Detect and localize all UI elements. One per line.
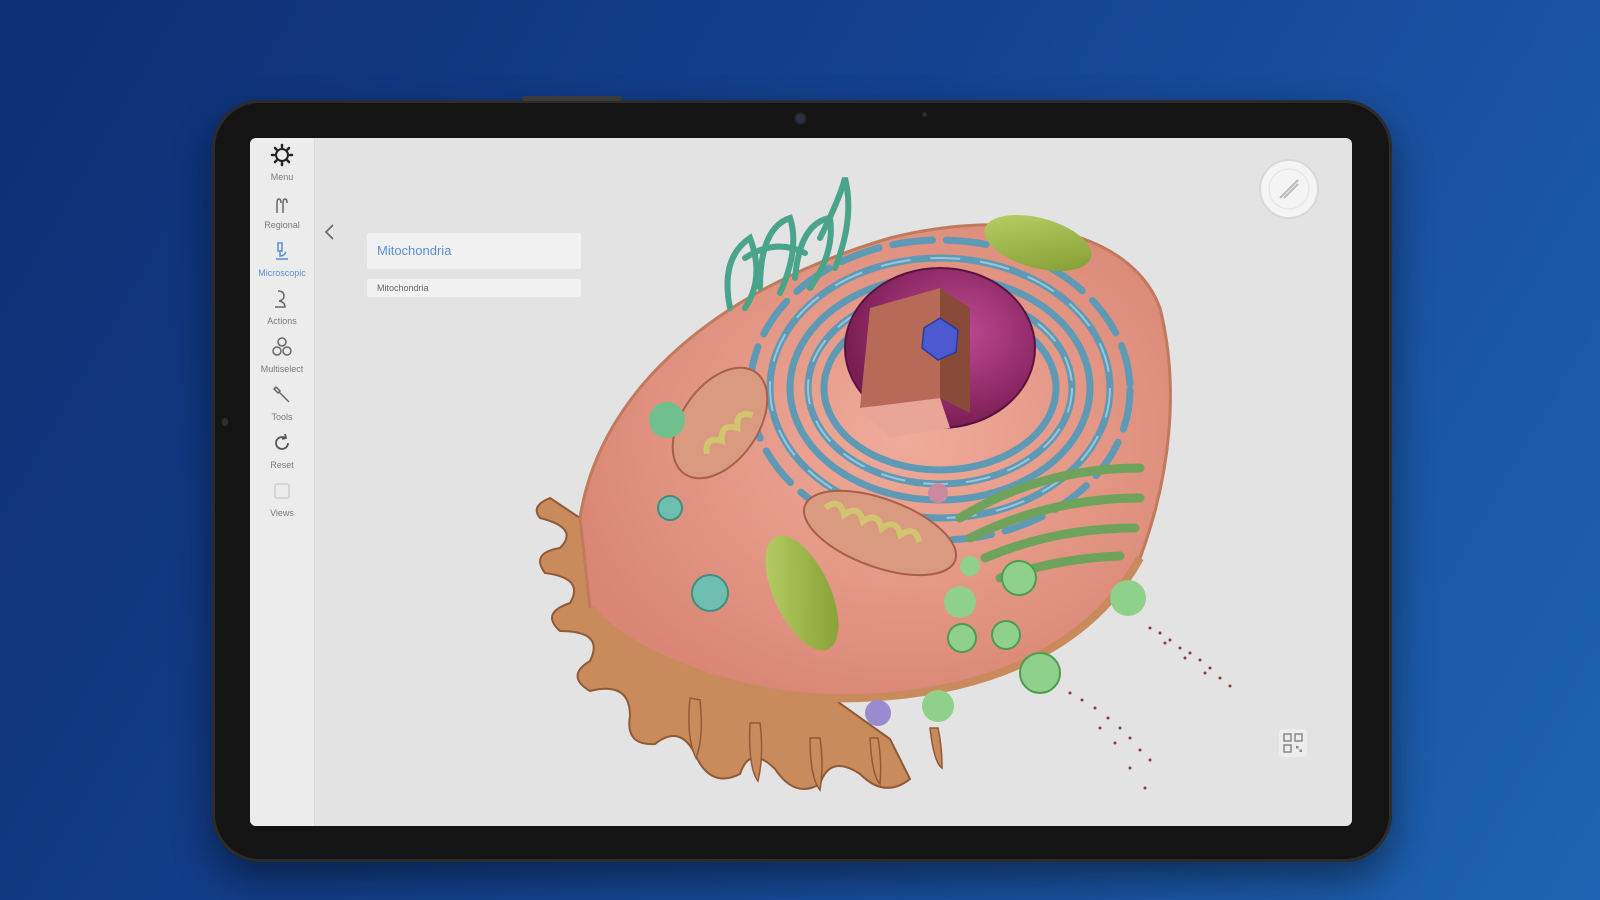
sidebar-item-label: Actions bbox=[267, 316, 297, 326]
sidebar-item-label: Views bbox=[270, 508, 294, 518]
sidebar-item-multiselect[interactable]: Multiselect bbox=[250, 334, 314, 380]
tablet-device: Menu Regional Microscopic Actions Multis… bbox=[212, 96, 1392, 862]
qr-code-icon[interactable] bbox=[1278, 728, 1308, 758]
structure-subtitle[interactable]: Mitochondria bbox=[366, 278, 582, 298]
compass-logo-icon bbox=[1259, 159, 1319, 219]
sidebar-item-tools[interactable]: Tools bbox=[250, 382, 314, 428]
structure-title[interactable]: Mitochondria bbox=[366, 232, 582, 270]
views-icon bbox=[274, 483, 290, 499]
microscope-icon bbox=[276, 242, 288, 260]
sidebar-item-label: Reset bbox=[270, 460, 294, 470]
app-screen: Menu Regional Microscopic Actions Multis… bbox=[250, 138, 1352, 826]
sidebar-item-label: Regional bbox=[264, 220, 300, 230]
sidebar-item-label: Tools bbox=[271, 412, 293, 422]
hands-icon bbox=[276, 198, 288, 213]
sidebar-item-regional[interactable]: Regional bbox=[250, 190, 314, 236]
actions-icon bbox=[275, 290, 286, 308]
multiselect-icon bbox=[272, 337, 292, 356]
sidebar-item-label: Microscopic bbox=[258, 268, 306, 278]
sidebar-item-label: Multiselect bbox=[260, 364, 304, 374]
sidebar-item-microscopic[interactable]: Microscopic bbox=[250, 238, 314, 284]
side-sensor bbox=[222, 418, 228, 426]
power-button bbox=[522, 96, 622, 101]
sidebar-rail: Menu Regional Microscopic Actions Multis… bbox=[250, 138, 315, 826]
secretion-particles bbox=[1068, 626, 1232, 790]
front-camera bbox=[796, 114, 805, 123]
sidebar-item-reset[interactable]: Reset bbox=[250, 430, 314, 476]
reset-icon bbox=[275, 433, 289, 450]
sidebar-item-actions[interactable]: Actions bbox=[250, 286, 314, 332]
light-sensor bbox=[922, 112, 927, 117]
sidebar-item-views[interactable]: Views bbox=[250, 478, 314, 524]
sidebar-item-label: Menu bbox=[270, 172, 294, 182]
tools-icon bbox=[272, 385, 290, 403]
gear-icon bbox=[270, 143, 294, 167]
sidebar-item-menu[interactable]: Menu bbox=[250, 142, 314, 188]
chevron-left-icon[interactable] bbox=[320, 222, 340, 242]
